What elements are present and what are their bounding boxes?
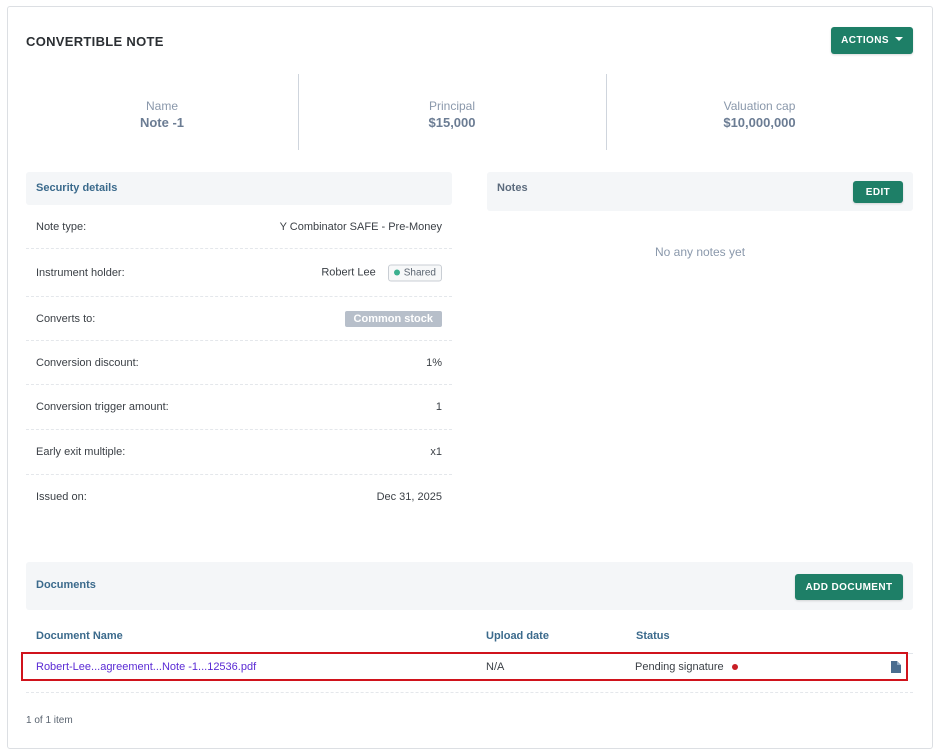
documents-title: Documents: [36, 579, 96, 591]
document-name-link[interactable]: Robert-Lee...agreement...Note -1...12536…: [36, 661, 256, 673]
summary-name: Name Note -1: [26, 74, 298, 150]
notes-header: Notes: [487, 172, 913, 211]
detail-value: Y Combinator SAFE - Pre-Money: [279, 220, 442, 233]
holder-name: Robert Lee: [321, 266, 376, 279]
detail-value: Dec 31, 2025: [376, 491, 442, 503]
detail-row-conversion-trigger-amount: Conversion trigger amount: 1: [26, 385, 452, 430]
documents-header: Documents: [26, 562, 913, 610]
summary-name-value: Note -1: [139, 114, 185, 130]
summary-valuation-cap-label: Valuation cap: [723, 98, 796, 113]
upload-date-cell: N/A: [486, 660, 505, 673]
security-details-header: Security details: [26, 172, 452, 205]
detail-value-group: Robert Lee Shared: [321, 264, 442, 281]
convertible-note-card: CONVERTIBLE NOTE ACTIONS Name Note -1 Pr…: [7, 6, 933, 749]
detail-value: 1%: [426, 356, 442, 369]
notes-title: Notes: [497, 182, 528, 194]
detail-key: Early exit multiple:: [36, 446, 126, 458]
detail-row-early-exit-multiple: Early exit multiple: x1: [26, 430, 452, 475]
summary-valuation-cap-value: $10,000,000: [723, 114, 796, 130]
detail-key: Converts to:: [36, 312, 96, 325]
detail-row-note-type: Note type: Y Combinator SAFE - Pre-Money: [26, 205, 452, 249]
detail-key: Conversion discount:: [36, 356, 139, 369]
column-header-status[interactable]: Status: [636, 630, 670, 642]
detail-row-issued-on: Issued on: Dec 31, 2025: [26, 475, 452, 519]
detail-key: Instrument holder:: [36, 266, 125, 279]
actions-button-label: ACTIONS: [841, 35, 889, 46]
edit-notes-button[interactable]: EDIT: [853, 181, 903, 203]
detail-value: x1: [430, 446, 442, 458]
table-row[interactable]: Robert-Lee...agreement...Note -1...12536…: [21, 652, 908, 681]
status-label: Pending signature: [635, 660, 724, 673]
add-document-button[interactable]: ADD DOCUMENT: [795, 574, 903, 600]
detail-value-group: Common stock: [344, 310, 442, 327]
detail-row-converts-to: Converts to: Common stock: [26, 297, 452, 341]
converts-to-badge: Common stock: [344, 310, 442, 327]
document-icon[interactable]: [891, 660, 901, 673]
shared-badge: Shared: [387, 264, 442, 281]
column-header-upload-date[interactable]: Upload date: [486, 630, 549, 642]
notes-empty-state: No any notes yet: [654, 245, 746, 259]
shared-status-dot-icon: [393, 269, 400, 276]
page-title: CONVERTIBLE NOTE: [26, 34, 164, 49]
summary-strip: Name Note -1 Principal $15,000 Valuation…: [26, 74, 913, 150]
summary-valuation-cap: Valuation cap $10,000,000: [606, 74, 913, 150]
detail-key: Issued on:: [36, 491, 87, 503]
column-header-document-name[interactable]: Document Name: [36, 630, 123, 642]
detail-value: 1: [435, 401, 442, 413]
summary-name-label: Name: [145, 98, 178, 113]
shared-badge-label: Shared: [403, 267, 436, 278]
summary-principal-label: Principal: [428, 98, 476, 113]
status-cell: Pending signature: [635, 661, 738, 673]
pagination-info: 1 of 1 item: [26, 715, 73, 726]
pending-status-dot-icon: [731, 663, 738, 670]
detail-row-instrument-holder: Instrument holder: Robert Lee Shared: [26, 249, 452, 297]
detail-key: Note type:: [36, 220, 87, 233]
detail-key: Conversion trigger amount:: [36, 401, 169, 413]
table-row-divider: [26, 692, 913, 693]
document-file-svg: [891, 660, 901, 673]
actions-dropdown-button[interactable]: ACTIONS: [831, 27, 913, 54]
chevron-down-icon: [894, 37, 903, 41]
summary-principal: Principal $15,000: [298, 74, 606, 150]
security-details-title: Security details: [36, 182, 118, 194]
summary-principal-value: $15,000: [428, 114, 476, 130]
detail-row-conversion-discount: Conversion discount: 1%: [26, 341, 452, 385]
